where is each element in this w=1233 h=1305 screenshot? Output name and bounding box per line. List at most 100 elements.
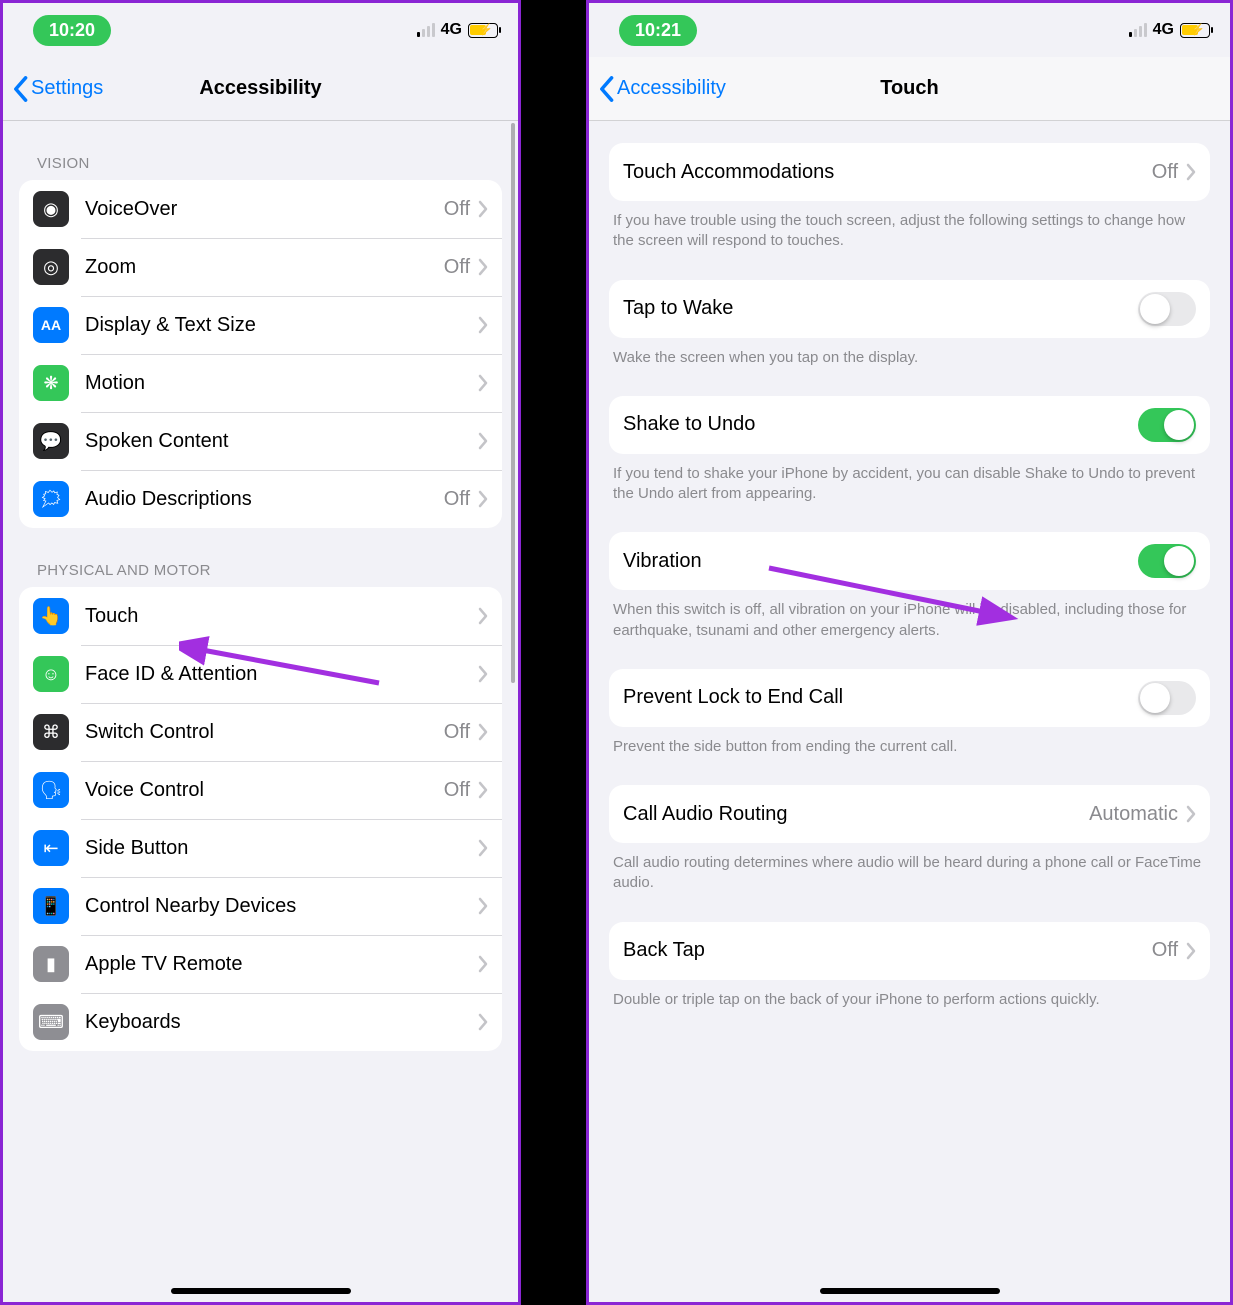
chevron-right-icon	[478, 781, 488, 799]
row-display-text-size[interactable]: AADisplay & Text Size	[19, 296, 502, 354]
row-touch-accommodations[interactable]: Touch Accommodations Off	[609, 143, 1210, 201]
row-motion[interactable]: ❋ Motion	[19, 354, 502, 412]
zoom-icon: ◎	[33, 249, 69, 285]
row-label: Side Button	[85, 837, 478, 860]
row-value: Off	[444, 721, 470, 744]
navbar: Settings Accessibility	[3, 57, 518, 121]
chevron-right-icon	[1186, 163, 1196, 181]
row-label: Call Audio Routing	[623, 803, 1089, 826]
group-tap-to-wake: Tap to Wake	[609, 280, 1210, 338]
chevron-right-icon	[478, 316, 488, 334]
row-label: Face ID & Attention	[85, 663, 478, 686]
row-label: Prevent Lock to End Call	[623, 686, 1138, 709]
keyboard-icon: ⌨	[33, 1004, 69, 1040]
row-control-nearby-devices[interactable]: 📱Control Nearby Devices	[19, 877, 502, 935]
row-side-button[interactable]: ⇤ Side Button	[19, 819, 502, 877]
back-button[interactable]: Settings	[3, 75, 103, 103]
row-label: Display & Text Size	[85, 314, 478, 337]
chevron-right-icon	[478, 839, 488, 857]
back-label: Accessibility	[617, 77, 726, 100]
row-voiceover[interactable]: ◉VoiceOverOff	[19, 180, 502, 238]
network-label: 4G	[1153, 21, 1174, 39]
group-vision: ◉VoiceOverOff◎ZoomOffAADisplay & Text Si…	[19, 180, 502, 528]
row-label: Motion	[85, 372, 478, 395]
chevron-right-icon	[478, 897, 488, 915]
chevron-right-icon	[1186, 805, 1196, 823]
row-label: Audio Descriptions	[85, 488, 444, 511]
chevron-right-icon	[478, 723, 488, 741]
tvremote-icon: ▮	[33, 946, 69, 982]
status-time-pill[interactable]: 10:21	[619, 15, 697, 46]
row-label: Zoom	[85, 256, 444, 279]
chevron-right-icon	[478, 258, 488, 276]
row-call-audio-routing[interactable]: Call Audio Routing Automatic	[609, 785, 1210, 843]
chevron-left-icon	[11, 75, 29, 103]
group-call-audio-routing: Call Audio Routing Automatic	[609, 785, 1210, 843]
screen-touch: 10:21 4G ⚡ Accessibility Touch Touch Acc…	[586, 0, 1233, 1305]
row-touch[interactable]: 👆 Touch	[19, 587, 502, 645]
footer-call-audio-routing: Call audio routing determines where audi…	[613, 853, 1206, 894]
switch-icon: ⌘	[33, 714, 69, 750]
status-time-pill[interactable]: 10:20	[33, 15, 111, 46]
row-label: Back Tap	[623, 939, 1152, 962]
row-prevent-lock-end-call: Prevent Lock to End Call	[609, 669, 1210, 727]
sidebtn-icon: ⇤	[33, 830, 69, 866]
content-scroll[interactable]: VISION ◉VoiceOverOff◎ZoomOffAADisplay & …	[3, 121, 518, 1302]
row-spoken-content[interactable]: 💬 Spoken Content	[19, 412, 502, 470]
status-right: 4G ⚡	[1129, 21, 1210, 39]
toggle-tap-to-wake[interactable]	[1138, 292, 1196, 326]
footer-tap-to-wake: Wake the screen when you tap on the disp…	[613, 348, 1206, 368]
row-audio-descriptions[interactable]: 🗯Audio DescriptionsOff	[19, 470, 502, 528]
row-label: Control Nearby Devices	[85, 895, 478, 918]
cellular-signal-icon	[417, 23, 435, 37]
screen-accessibility: 10:20 4G ⚡ Settings Accessibility VISION…	[0, 0, 521, 1305]
row-label: Shake to Undo	[623, 413, 1138, 436]
row-zoom[interactable]: ◎ ZoomOff	[19, 238, 502, 296]
status-right: 4G ⚡	[417, 21, 498, 39]
home-indicator	[820, 1288, 1000, 1294]
content-scroll[interactable]: Touch Accommodations Off If you have tro…	[589, 121, 1230, 1302]
row-label: Apple TV Remote	[85, 953, 478, 976]
row-label: Tap to Wake	[623, 297, 1138, 320]
footer-vibration: When this switch is off, all vibration o…	[613, 600, 1206, 641]
group-touch-accommodations: Touch Accommodations Off	[609, 143, 1210, 201]
row-value: Off	[1152, 161, 1178, 184]
status-bar: 10:20 4G ⚡	[3, 3, 518, 57]
toggle-vibration[interactable]	[1138, 544, 1196, 578]
row-value: Off	[444, 198, 470, 221]
spoken-icon: 💬	[33, 423, 69, 459]
battery-icon: ⚡	[1180, 23, 1210, 38]
scrollbar-thumb[interactable]	[511, 123, 515, 683]
footer-touch-accommodations: If you have trouble using the touch scre…	[613, 211, 1206, 252]
group-back-tap: Back Tap Off	[609, 922, 1210, 980]
row-shake-to-undo: Shake to Undo	[609, 396, 1210, 454]
footer-back-tap: Double or triple tap on the back of your…	[613, 990, 1206, 1010]
voicectl-icon: 🗣	[33, 772, 69, 808]
voiceover-icon: ◉	[33, 191, 69, 227]
chevron-right-icon	[478, 432, 488, 450]
faceid-icon: ☺	[33, 656, 69, 692]
row-label: Spoken Content	[85, 430, 478, 453]
row-switch-control[interactable]: ⌘Switch ControlOff	[19, 703, 502, 761]
row-voice-control[interactable]: 🗣Voice ControlOff	[19, 761, 502, 819]
row-value: Off	[444, 256, 470, 279]
row-label: Keyboards	[85, 1011, 478, 1034]
chevron-right-icon	[478, 665, 488, 683]
motion-icon: ❋	[33, 365, 69, 401]
row-label: Vibration	[623, 550, 1138, 573]
row-apple-tv-remote[interactable]: ▮ Apple TV Remote	[19, 935, 502, 993]
row-face-id-attention[interactable]: ☺ Face ID & Attention	[19, 645, 502, 703]
chevron-right-icon	[478, 607, 488, 625]
row-label: Touch	[85, 605, 478, 628]
touch-icon: 👆	[33, 598, 69, 634]
row-back-tap[interactable]: Back Tap Off	[609, 922, 1210, 980]
back-button[interactable]: Accessibility	[589, 75, 726, 103]
row-keyboards[interactable]: ⌨ Keyboards	[19, 993, 502, 1051]
chevron-right-icon	[478, 490, 488, 508]
cellular-signal-icon	[1129, 23, 1147, 37]
toggle-prevent-lock-end-call[interactable]	[1138, 681, 1196, 715]
toggle-shake-to-undo[interactable]	[1138, 408, 1196, 442]
home-indicator	[171, 1288, 351, 1294]
network-label: 4G	[441, 21, 462, 39]
battery-icon: ⚡	[468, 23, 498, 38]
